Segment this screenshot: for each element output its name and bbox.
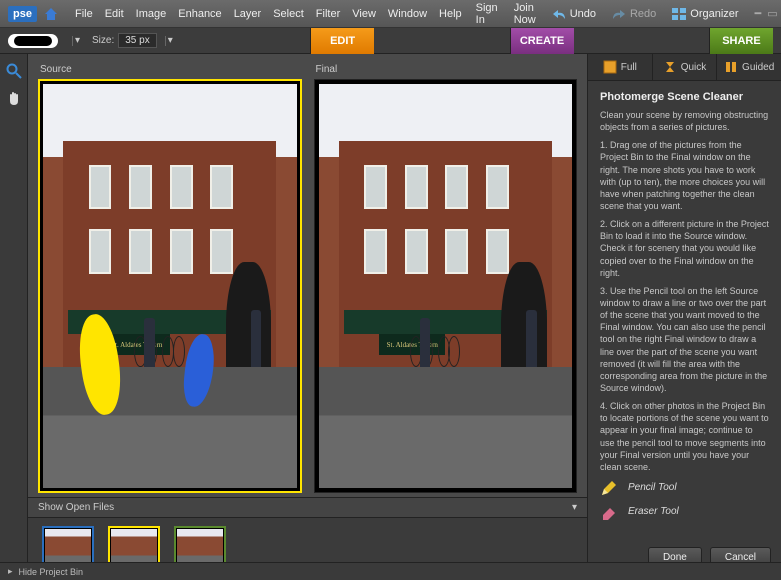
home-icon[interactable]: [43, 5, 59, 23]
redo-label: Redo: [630, 8, 656, 20]
help-intro: Clean your scene by removing obstructing…: [600, 109, 769, 133]
panels-container: Source St. Aldates Tavern: [28, 54, 587, 497]
tab-share[interactable]: SHARE: [709, 28, 773, 54]
mode-quick[interactable]: Quick: [653, 54, 718, 80]
undo-icon: [552, 8, 566, 20]
size-value[interactable]: 35 px: [118, 33, 156, 48]
full-icon: [603, 60, 617, 74]
menu-select[interactable]: Select: [273, 8, 304, 20]
help-step4: 4. Click on other photos in the Project …: [600, 400, 769, 473]
final-label: Final: [314, 64, 578, 75]
project-bin-header-label: Show Open Files: [38, 502, 114, 513]
main-area: Source St. Aldates Tavern: [0, 54, 781, 580]
menu-edit[interactable]: Edit: [105, 8, 124, 20]
source-label: Source: [38, 64, 302, 75]
tab-edit[interactable]: EDIT: [310, 28, 374, 54]
pencil-tool-row[interactable]: Pencil Tool: [600, 479, 769, 497]
final-canvas[interactable]: St. Aldates Tavern: [314, 79, 578, 493]
center-area: Source St. Aldates Tavern: [28, 54, 587, 580]
eraser-tool-row[interactable]: Eraser Tool: [600, 503, 769, 521]
undo-label: Undo: [570, 8, 596, 20]
join-now-link[interactable]: Join Now: [514, 2, 536, 26]
menu-window[interactable]: Window: [388, 8, 427, 20]
status-bar: ▸ Hide Project Bin: [0, 562, 781, 580]
pencil-icon: [600, 479, 618, 497]
final-panel: Final St. Aldates Tavern: [314, 64, 578, 493]
organizer-label: Organizer: [690, 8, 738, 20]
organizer-button[interactable]: Organizer: [672, 8, 738, 20]
menu-file[interactable]: File: [75, 8, 93, 20]
source-panel: Source St. Aldates Tavern: [38, 64, 302, 493]
project-bin-header[interactable]: Show Open Files ▾: [28, 498, 587, 518]
size-dropdown[interactable]: ▾: [165, 36, 175, 46]
eraser-icon: [600, 503, 618, 521]
options-bar: ▾ Size: 35 px ▾ EDIT CREATE SHARE: [0, 28, 781, 54]
bin-dropdown-icon[interactable]: ▾: [572, 502, 577, 513]
edit-modes: Full Quick Guided: [588, 54, 781, 81]
maximize-button[interactable]: ▭: [767, 7, 777, 20]
organizer-icon: [672, 8, 686, 20]
tab-create[interactable]: CREATE: [510, 28, 574, 54]
final-photo: St. Aldates Tavern: [319, 84, 573, 488]
menu-enhance[interactable]: Enhance: [178, 8, 221, 20]
help-content: Photomerge Scene Cleaner Clean your scen…: [588, 81, 781, 539]
minimize-button[interactable]: ━: [755, 7, 762, 20]
right-panel: Full Quick Guided Photomerge Scene Clean…: [587, 54, 781, 580]
hide-project-bin[interactable]: Hide Project Bin: [19, 567, 84, 577]
tool-strip: [0, 54, 28, 580]
help-step1: 1. Drag one of the pictures from the Pro…: [600, 139, 769, 212]
quick-icon: [663, 60, 677, 74]
help-step3: 3. Use the Pencil tool on the left Sourc…: [600, 285, 769, 394]
sign-in-link[interactable]: Sign In: [476, 2, 498, 26]
menu-help[interactable]: Help: [439, 8, 462, 20]
undo-button[interactable]: Undo: [552, 8, 596, 20]
collapse-icon[interactable]: ▸: [8, 566, 13, 577]
hand-tool[interactable]: [5, 90, 23, 108]
source-photo: St. Aldates Tavern: [43, 84, 297, 488]
zoom-tool[interactable]: [5, 62, 23, 80]
redo-icon: [612, 8, 626, 20]
menu-view[interactable]: View: [352, 8, 376, 20]
menu-filter[interactable]: Filter: [316, 8, 340, 20]
mode-guided[interactable]: Guided: [717, 54, 781, 80]
window-controls: ━ ▭ ✕: [755, 7, 781, 20]
help-title: Photomerge Scene Cleaner: [600, 91, 769, 103]
menu-layer[interactable]: Layer: [234, 8, 262, 20]
app-logo: pse: [8, 6, 37, 22]
help-step2: 2. Click on a different picture in the P…: [600, 218, 769, 279]
brush-preview[interactable]: [8, 34, 58, 48]
menu-image[interactable]: Image: [136, 8, 167, 20]
menu-bar: pse File Edit Image Enhance Layer Select…: [0, 0, 781, 28]
size-label: Size:: [92, 35, 114, 46]
mode-full[interactable]: Full: [588, 54, 653, 80]
brush-dropdown[interactable]: ▾: [72, 36, 82, 46]
guided-icon: [724, 60, 738, 74]
source-canvas[interactable]: St. Aldates Tavern: [38, 79, 302, 493]
redo-button[interactable]: Redo: [612, 8, 656, 20]
